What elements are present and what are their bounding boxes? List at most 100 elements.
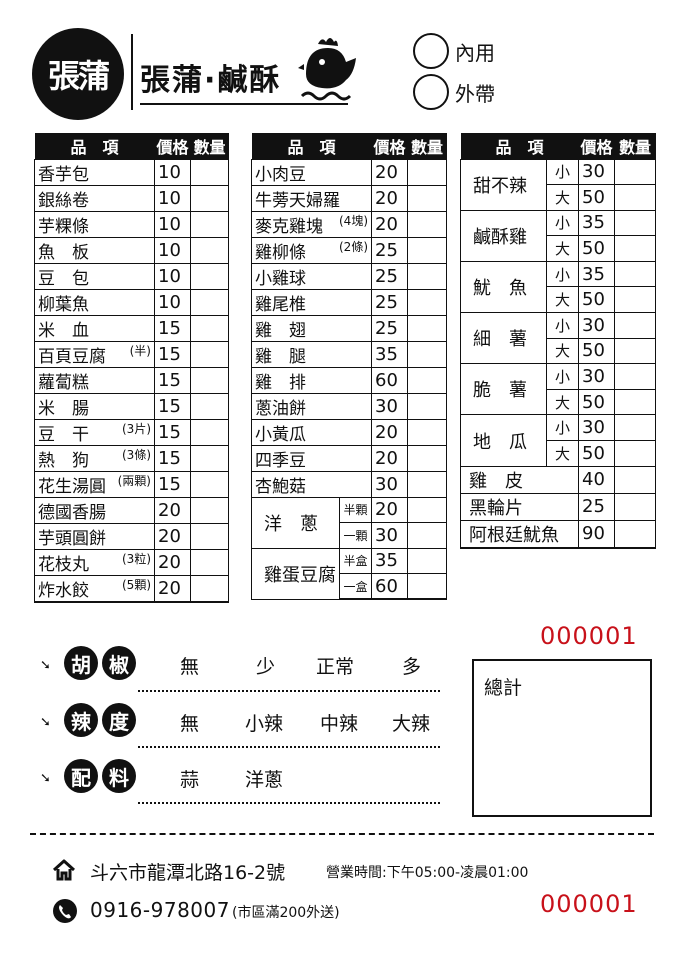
pepper-choice-less[interactable]: 少 bbox=[256, 652, 275, 679]
order-dine-in-option[interactable]: 內用 bbox=[413, 33, 495, 69]
menu-row: 脆 薯小 30 bbox=[460, 363, 657, 416]
quantity-cell[interactable] bbox=[407, 444, 448, 472]
item-name: 四季豆 bbox=[255, 450, 306, 471]
quantity-cell[interactable] bbox=[407, 547, 448, 575]
quantity-cell[interactable] bbox=[614, 286, 657, 314]
quantity-cell[interactable] bbox=[614, 184, 657, 211]
item-name: 熱 狗 bbox=[38, 450, 89, 471]
quantity-cell[interactable] bbox=[614, 519, 657, 549]
quantity-cell[interactable] bbox=[407, 158, 448, 186]
quantity-cell[interactable] bbox=[190, 496, 230, 524]
quantity-cell[interactable] bbox=[614, 337, 657, 365]
serial-number-bottom: 000001 bbox=[540, 890, 638, 918]
item-price: 20 bbox=[370, 444, 409, 472]
item-price: 25 bbox=[370, 262, 409, 290]
item-price: 20 bbox=[153, 548, 192, 576]
menu-row: 魷 魚小 35 bbox=[460, 260, 657, 314]
topping-choice-onion[interactable]: 洋蔥 bbox=[245, 765, 283, 792]
quantity-cell[interactable] bbox=[614, 260, 657, 288]
quantity-cell[interactable] bbox=[407, 392, 448, 420]
quantity-cell[interactable] bbox=[190, 236, 230, 264]
group-item-name: 雞蛋豆腐 bbox=[251, 547, 340, 600]
menu-row: 阿根廷魷魚 90 bbox=[460, 519, 657, 549]
spice-badge-char-2: 度 bbox=[102, 703, 136, 737]
quantity-cell[interactable] bbox=[190, 418, 230, 446]
quantity-cell[interactable] bbox=[190, 574, 230, 603]
order-takeout-option[interactable]: 外帶 bbox=[413, 74, 495, 110]
quantity-cell[interactable] bbox=[190, 470, 230, 498]
item-name: 花生湯圓 bbox=[38, 476, 106, 497]
quantity-cell[interactable] bbox=[190, 548, 230, 576]
item-name: 雞 翅 bbox=[255, 320, 306, 341]
dine-in-checkbox[interactable] bbox=[413, 33, 449, 69]
menu-item-name: 芋粿條 bbox=[34, 210, 155, 238]
item-price: 20 bbox=[370, 418, 409, 446]
quantity-cell[interactable] bbox=[190, 314, 230, 342]
quantity-cell[interactable] bbox=[407, 288, 448, 316]
spice-choice-none[interactable]: 無 bbox=[180, 709, 199, 736]
item-note: (3片) bbox=[122, 421, 151, 436]
pepper-choice-none[interactable]: 無 bbox=[180, 652, 199, 679]
quantity-cell[interactable] bbox=[614, 363, 657, 390]
total-box[interactable]: 總計 bbox=[472, 659, 652, 817]
item-price: 35 bbox=[577, 209, 616, 237]
quantity-cell[interactable] bbox=[614, 414, 657, 442]
item-note: (2條) bbox=[339, 239, 368, 254]
quantity-cell[interactable] bbox=[407, 366, 448, 394]
quantity-cell[interactable] bbox=[407, 184, 448, 212]
arrow-icon: ➘ bbox=[40, 658, 51, 673]
quantity-cell[interactable] bbox=[614, 158, 657, 186]
item-price: 50 bbox=[577, 440, 616, 467]
quantity-cell[interactable] bbox=[614, 440, 657, 467]
footer-phone[interactable]: 0916-978007 bbox=[90, 898, 230, 922]
item-name: 雞柳條 bbox=[255, 242, 306, 263]
quantity-cell[interactable] bbox=[190, 210, 230, 238]
item-name: 牛蒡天婦羅 bbox=[255, 190, 340, 211]
quantity-cell[interactable] bbox=[407, 314, 448, 342]
group-item-name: 細 薯 bbox=[460, 312, 547, 365]
item-name: 豆 包 bbox=[38, 268, 89, 289]
quantity-cell[interactable] bbox=[614, 235, 657, 262]
item-price: 25 bbox=[370, 288, 409, 316]
quantity-cell[interactable] bbox=[614, 388, 657, 416]
item-price: 30 bbox=[370, 470, 409, 498]
item-price: 15 bbox=[153, 392, 192, 420]
topping-choice-garlic[interactable]: 蒜 bbox=[180, 765, 199, 792]
menu-row: 米 腸 15 bbox=[34, 392, 230, 420]
pepper-choice-more[interactable]: 多 bbox=[402, 652, 421, 679]
quantity-cell[interactable] bbox=[407, 522, 448, 549]
item-name: 米 血 bbox=[38, 320, 89, 341]
menu-row: 雞 皮 40 bbox=[460, 465, 657, 494]
quantity-cell[interactable] bbox=[407, 236, 448, 264]
takeout-checkbox[interactable] bbox=[413, 74, 449, 110]
quantity-cell[interactable] bbox=[407, 496, 448, 524]
quantity-cell[interactable] bbox=[190, 366, 230, 394]
quantity-cell[interactable] bbox=[190, 522, 230, 550]
quantity-cell[interactable] bbox=[407, 470, 448, 498]
quantity-cell[interactable] bbox=[407, 262, 448, 290]
quantity-cell[interactable] bbox=[614, 492, 657, 521]
menu-item-name: 銀絲卷 bbox=[34, 184, 155, 212]
quantity-cell[interactable] bbox=[407, 340, 448, 368]
item-price: 60 bbox=[370, 573, 409, 601]
quantity-cell[interactable] bbox=[190, 340, 230, 368]
quantity-cell[interactable] bbox=[614, 465, 657, 494]
pepper-choice-normal[interactable]: 正常 bbox=[316, 652, 354, 679]
spice-choice-medium[interactable]: 中辣 bbox=[320, 709, 358, 736]
quantity-cell[interactable] bbox=[407, 573, 448, 601]
quantity-cell[interactable] bbox=[407, 418, 448, 446]
menu-item-name: 熱 狗 (3條) bbox=[34, 444, 155, 472]
item-price: 50 bbox=[577, 388, 616, 416]
quantity-cell[interactable] bbox=[190, 444, 230, 472]
quantity-cell[interactable] bbox=[614, 312, 657, 339]
quantity-cell[interactable] bbox=[190, 392, 230, 420]
quantity-cell[interactable] bbox=[190, 158, 230, 186]
item-price: 20 bbox=[153, 574, 192, 603]
quantity-cell[interactable] bbox=[190, 262, 230, 290]
quantity-cell[interactable] bbox=[407, 210, 448, 238]
spice-choice-hot[interactable]: 大辣 bbox=[392, 709, 430, 736]
quantity-cell[interactable] bbox=[614, 209, 657, 237]
spice-choice-mild[interactable]: 小辣 bbox=[245, 709, 283, 736]
quantity-cell[interactable] bbox=[190, 288, 230, 316]
quantity-cell[interactable] bbox=[190, 184, 230, 212]
